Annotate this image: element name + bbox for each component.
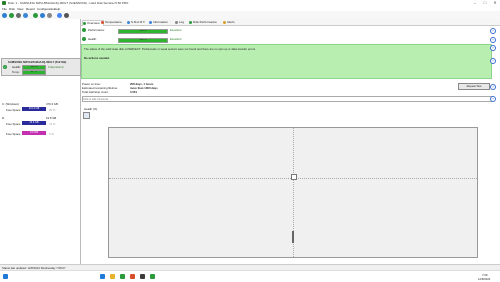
ok-icon: ✓	[3, 65, 7, 69]
chart-axis-marker	[292, 231, 294, 243]
health-bar-value: 100 %	[139, 38, 147, 41]
tab-label: Alerts	[227, 20, 235, 24]
free-space-pct: 5 %	[49, 132, 54, 136]
taskbar-app-icon[interactable]	[130, 274, 135, 279]
start-icon[interactable]	[3, 274, 8, 279]
temp-label: Temp.:	[12, 70, 21, 74]
tab-strip: Overview Temperature S.M.A.R.T. Informat…	[81, 19, 500, 26]
temp-mini-value: 40 °C	[30, 70, 38, 73]
taskbar-app-icon[interactable]	[100, 274, 105, 279]
drive-size: 19.8 GB	[46, 116, 57, 120]
taskbar-app-icon[interactable]	[140, 274, 145, 279]
taskbar-app-icon[interactable]	[120, 274, 125, 279]
performance-status: Excellent	[170, 28, 182, 32]
help-icon[interactable]: ?	[490, 84, 496, 90]
starts-value: 3 651	[130, 90, 137, 94]
free-space-label: Free Space	[6, 132, 21, 136]
health-chart-area	[108, 127, 478, 258]
free-space-label: Free Space	[6, 122, 21, 126]
tab-label: Log	[179, 20, 185, 24]
help-icon[interactable]	[57, 12, 62, 18]
drive-recovery[interactable]: Free Space 0.3 GB 5 %	[0, 131, 80, 139]
performance-ok-icon	[82, 28, 86, 32]
refresh-icon[interactable]	[2, 12, 7, 18]
info-icon	[149, 21, 152, 24]
drive-name: D:	[2, 116, 5, 120]
health-extra: 0 (Excellent)	[48, 65, 64, 69]
free-space-label: Free Space	[6, 108, 21, 112]
overview-icon	[83, 22, 86, 25]
tab-label: Overview	[87, 21, 100, 25]
performance-bar-value: 100 %	[139, 29, 147, 32]
free-space-value: 14.6 GB	[22, 121, 46, 125]
lock-icon[interactable]	[47, 12, 52, 18]
status-message-box: The status of the solid state disk is PE…	[81, 44, 492, 79]
free-space-value: 0.3 GB	[22, 131, 46, 135]
health-status: Excellent	[170, 37, 182, 41]
save-chart-icon[interactable]	[83, 112, 90, 119]
disk-icon[interactable]	[16, 12, 21, 18]
help-icon[interactable]: ?	[490, 96, 496, 102]
health-label: Health:	[12, 65, 21, 69]
app-icon	[2, 1, 6, 5]
search-icon[interactable]	[64, 12, 69, 18]
tab-label: Temperature	[105, 20, 122, 24]
taskbar-app-icon[interactable]	[110, 274, 115, 279]
drive-size: 476.3 GB	[46, 102, 58, 106]
free-space-value: 121.3 GB	[22, 107, 46, 111]
clock-date: 12/8/2021	[478, 277, 491, 281]
globe-icon[interactable]	[40, 12, 45, 18]
drive-name: C: (Windows)	[2, 102, 19, 106]
temp-mini-bar: 40 °C	[22, 70, 46, 75]
tab-alerts[interactable]: Alerts	[223, 20, 243, 25]
health-label: Health:	[88, 37, 97, 41]
taskbar: 7:09 12/8/2021	[0, 270, 500, 282]
tab-smart[interactable]: S.M.A.R.T.	[127, 20, 151, 25]
tab-label: Disk Performance	[193, 20, 217, 24]
chart-data-point[interactable]	[291, 174, 297, 180]
alert-icon	[223, 21, 226, 24]
disk-list-panel: ✓ SAMSUNG MZVLB512HAJQ-000L7 (512 GB) He…	[0, 19, 81, 264]
help-icon[interactable]: ?	[490, 37, 496, 43]
health-ok-icon	[82, 37, 86, 41]
free-space-pct: 74 %	[49, 122, 56, 126]
help-icon[interactable]: ?	[490, 28, 496, 34]
actions-text: No actions needed.	[84, 56, 110, 60]
repeat-test-button[interactable]: Repeat Test	[458, 83, 490, 90]
chart-icon[interactable]	[9, 12, 14, 18]
tab-temperature[interactable]: Temperature	[101, 20, 129, 25]
log-icon	[175, 21, 178, 24]
smart-icon	[127, 21, 130, 24]
report-icon[interactable]	[23, 12, 28, 18]
taskbar-app-icon[interactable]	[150, 274, 155, 279]
chart-title: Health (%)	[84, 107, 98, 111]
health-bar: 100 %	[118, 38, 168, 43]
help-icon[interactable]: ?	[490, 58, 496, 64]
performance-icon	[189, 21, 192, 24]
comment-input[interactable]	[82, 96, 492, 102]
disk-name: SAMSUNG MZVLB512HAJQ-000L7 (512 GB)	[8, 60, 67, 64]
drive-d[interactable]: D: 19.8 GB Free Space 14.6 GB 74 %	[0, 116, 80, 128]
window-title: Disk: 1 - SAMSUNG MZVLB512HAJQ-000L7 (S4…	[8, 1, 129, 6]
tab-label: Information	[153, 20, 169, 24]
tab-disk-performance[interactable]: Disk Performance	[189, 20, 225, 25]
disk-entry[interactable]: ✓ SAMSUNG MZVLB512HAJQ-000L7 (512 GB) He…	[1, 58, 81, 76]
help-icon[interactable]: ?	[490, 45, 496, 51]
free-space-pct: 25 %	[49, 108, 56, 112]
settings-icon[interactable]	[33, 12, 38, 18]
performance-label: Performance:	[88, 28, 105, 32]
tab-information[interactable]: Information	[149, 20, 177, 25]
drive-c[interactable]: C: (Windows) 476.3 GB Free Space 121.3 G…	[0, 102, 80, 114]
status-message: The status of the solid state disk is PE…	[84, 47, 256, 51]
starts-label: Total start/stop count:	[82, 90, 109, 94]
thermometer-icon	[101, 21, 104, 24]
performance-bar: 100 %	[118, 29, 168, 34]
health-mini-value: 100 %	[30, 65, 38, 68]
tab-label: S.M.A.R.T.	[131, 20, 146, 24]
